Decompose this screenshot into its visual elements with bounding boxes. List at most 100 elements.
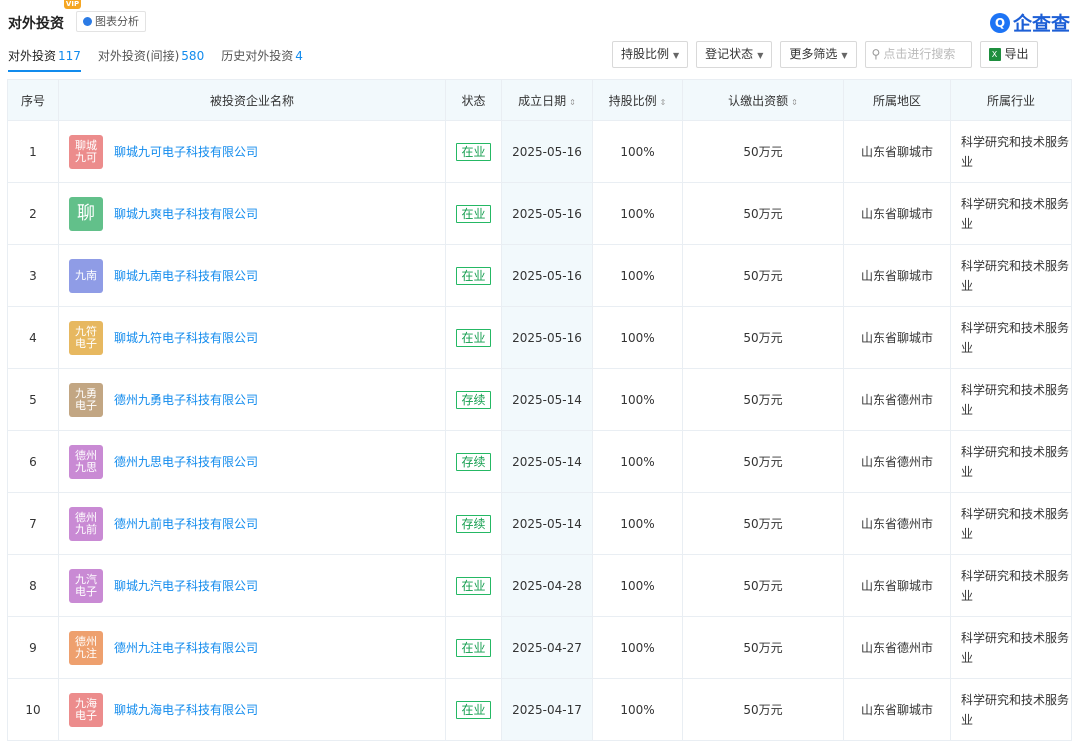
col-header-label: 成立日期 xyxy=(518,93,567,108)
company-link[interactable]: 聊城九可电子科技有限公司 xyxy=(114,143,258,160)
table-header-row: 序号 被投资企业名称 状态 成立日期 ⇕ 持股比例 ⇕ 认缴出资额 ⇕ 所属地区 所属… xyxy=(7,79,1072,121)
company-link[interactable]: 德州九注电子科技有限公司 xyxy=(114,639,258,656)
company-logo: 九海 电子 xyxy=(69,692,103,727)
search-input[interactable]: ⚲ 点击进行搜索 xyxy=(864,41,972,68)
capital-cell: 50万元 xyxy=(682,244,844,307)
tab-indirect-investment[interactable]: 对外投资(间接) 580 xyxy=(98,47,204,72)
company-logo: 九南 xyxy=(69,258,103,293)
region-cell: 山东省聊城市 xyxy=(843,244,951,307)
tab-count: 580 xyxy=(181,49,205,63)
status-badge: 存续 xyxy=(456,390,491,409)
status-badge: 存续 xyxy=(456,452,491,471)
reg-status-filter[interactable]: 登记状态 ▼ xyxy=(696,41,773,68)
industry-cell: 科学研究和技术服务业 xyxy=(950,554,1072,617)
date-cell: 2025-04-17 xyxy=(501,678,593,741)
region-cell: 山东省德州市 xyxy=(843,430,951,493)
company-link[interactable]: 德州九思电子科技有限公司 xyxy=(114,453,258,470)
col-header-label: 认缴出资额 xyxy=(728,93,789,108)
hold-ratio-filter[interactable]: 持股比例 ▼ xyxy=(612,41,689,68)
pie-chart-icon xyxy=(83,17,92,26)
company-logo: 德州 九注 xyxy=(69,630,103,665)
investment-table: 序号 被投资企业名称 状态 成立日期 ⇕ 持股比例 ⇕ 认缴出资额 ⇕ 所属地区 所属… xyxy=(7,79,1072,741)
tab-outbound-investment[interactable]: 对外投资 117 xyxy=(8,47,81,72)
company-logo: 聊城 九可 xyxy=(69,134,103,169)
capital-cell: 50万元 xyxy=(682,492,844,555)
region-cell: 山东省德州市 xyxy=(843,368,951,431)
status-cell: 在业 xyxy=(445,554,502,617)
company-link[interactable]: 聊城九海电子科技有限公司 xyxy=(114,701,258,718)
company-link[interactable]: 聊城九爽电子科技有限公司 xyxy=(114,205,258,222)
chart-analysis-button[interactable]: 图表分析 xyxy=(76,11,146,32)
company-cell: 德州 九思 德州九思电子科技有限公司 xyxy=(58,430,446,493)
company-link[interactable]: 德州九前电子科技有限公司 xyxy=(114,515,258,532)
status-badge: 在业 xyxy=(456,142,491,161)
search-placeholder: 点击进行搜索 xyxy=(883,47,956,61)
capital-cell: 50万元 xyxy=(682,430,844,493)
status-cell: 在业 xyxy=(445,616,502,679)
row-number: 5 xyxy=(7,368,59,431)
row-number: 10 xyxy=(7,678,59,741)
table-row: 10 九海 电子 聊城九海电子科技有限公司 在业 2025-04-17 100% 50万元 山东… xyxy=(7,678,1072,741)
tab-count: 4 xyxy=(295,49,303,63)
col-header-date[interactable]: 成立日期 ⇕ xyxy=(501,79,593,121)
sort-icon: ⇕ xyxy=(569,97,576,107)
status-badge: 在业 xyxy=(456,638,491,657)
date-cell: 2025-05-16 xyxy=(501,120,593,183)
tab-count: 117 xyxy=(58,49,81,63)
col-header-company: 被投资企业名称 xyxy=(58,79,446,121)
row-number: 7 xyxy=(7,492,59,555)
tab-label: 对外投资 xyxy=(8,49,57,63)
industry-cell: 科学研究和技术服务业 xyxy=(950,182,1072,245)
table-row: 8 九汽 电子 聊城九汽电子科技有限公司 在业 2025-04-28 100% 50万元 山东省… xyxy=(7,554,1072,617)
ratio-cell: 100% xyxy=(592,182,683,245)
status-badge: 在业 xyxy=(456,700,491,719)
status-badge: 在业 xyxy=(456,576,491,595)
region-cell: 山东省聊城市 xyxy=(843,306,951,369)
export-button[interactable]: X 导出 xyxy=(979,41,1038,68)
status-cell: 存续 xyxy=(445,492,502,555)
col-header-capital[interactable]: 认缴出资额 ⇕ xyxy=(682,79,844,121)
page-title: 对外投资 xyxy=(8,16,64,32)
company-cell: 九符 电子 聊城九符电子科技有限公司 xyxy=(58,306,446,369)
row-number: 6 xyxy=(7,430,59,493)
row-number: 4 xyxy=(7,306,59,369)
filter-label: 登记状态 xyxy=(705,47,754,61)
ratio-cell: 100% xyxy=(592,120,683,183)
status-cell: 在业 xyxy=(445,182,502,245)
tab-label: 历史对外投资 xyxy=(221,49,294,63)
ratio-cell: 100% xyxy=(592,430,683,493)
toolbar: 持股比例 ▼ 登记状态 ▼ 更多筛选 ▼ ⚲ 点击进行搜索 X 导出 xyxy=(612,41,1038,68)
company-link[interactable]: 聊城九汽电子科技有限公司 xyxy=(114,577,258,594)
caret-down-icon: ▼ xyxy=(673,51,680,60)
industry-cell: 科学研究和技术服务业 xyxy=(950,368,1072,431)
sort-icon: ⇕ xyxy=(659,97,667,107)
company-link[interactable]: 聊城九符电子科技有限公司 xyxy=(114,329,258,346)
date-cell: 2025-05-16 xyxy=(501,182,593,245)
company-link[interactable]: 德州九勇电子科技有限公司 xyxy=(114,391,258,408)
date-cell: 2025-05-16 xyxy=(501,244,593,307)
caret-down-icon: ▼ xyxy=(757,51,764,60)
col-header-ratio[interactable]: 持股比例 ⇕ xyxy=(592,79,683,121)
industry-cell: 科学研究和技术服务业 xyxy=(950,244,1072,307)
status-cell: 在业 xyxy=(445,244,502,307)
excel-icon: X xyxy=(988,48,1001,61)
capital-cell: 50万元 xyxy=(682,120,844,183)
tab-historical-investment[interactable]: 历史对外投资 4 xyxy=(221,47,303,72)
sort-icon: ⇕ xyxy=(791,97,798,107)
company-cell: 聊聊城九爽电子科技有限公司 xyxy=(58,182,446,245)
capital-cell: 50万元 xyxy=(682,554,844,617)
table-row: 6 德州 九思 德州九思电子科技有限公司 存续 2025-05-14 100% 50万元 山东省… xyxy=(7,430,1072,493)
more-filters-button[interactable]: 更多筛选 ▼ xyxy=(780,41,857,68)
row-number: 2 xyxy=(7,182,59,245)
region-cell: 山东省德州市 xyxy=(843,492,951,555)
company-logo: 德州 九前 xyxy=(69,506,103,541)
industry-cell: 科学研究和技术服务业 xyxy=(950,120,1072,183)
table-row: 9 德州 九注 德州九注电子科技有限公司 在业 2025-04-27 100% 50万元 山东省… xyxy=(7,616,1072,679)
status-cell: 存续 xyxy=(445,430,502,493)
ratio-cell: 100% xyxy=(592,678,683,741)
row-number: 8 xyxy=(7,554,59,617)
company-link[interactable]: 聊城九南电子科技有限公司 xyxy=(114,267,258,284)
status-cell: 存续 xyxy=(445,368,502,431)
industry-cell: 科学研究和技术服务业 xyxy=(950,430,1072,493)
company-cell: 德州 九前 德州九前电子科技有限公司 xyxy=(58,492,446,555)
